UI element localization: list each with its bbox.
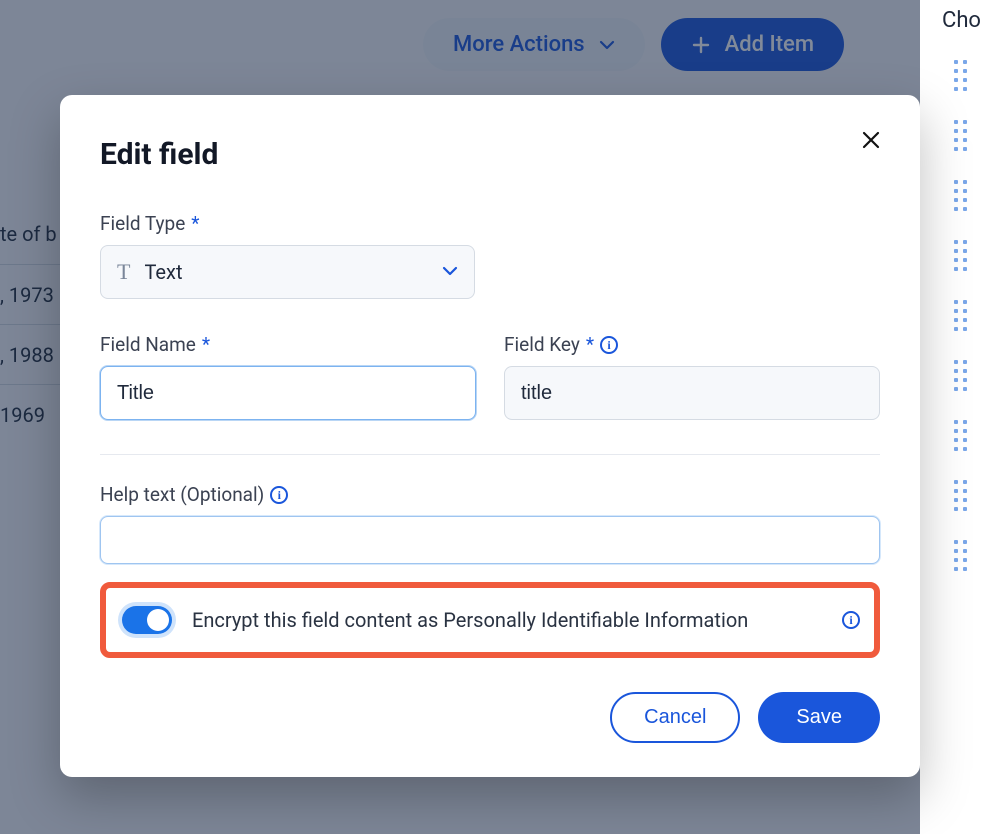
name-key-row: Field Name * Field Key * i bbox=[100, 333, 880, 420]
drag-handle-icon[interactable] bbox=[948, 57, 972, 93]
field-name-input[interactable] bbox=[100, 366, 476, 420]
divider bbox=[100, 454, 880, 455]
field-type-value: Text bbox=[144, 260, 182, 284]
encrypt-toggle[interactable] bbox=[122, 606, 172, 634]
encrypt-label: Encrypt this field content as Personally… bbox=[192, 608, 822, 632]
drag-handle-icon[interactable] bbox=[948, 477, 972, 513]
close-button[interactable] bbox=[856, 125, 886, 155]
encrypt-highlight-box: Encrypt this field content as Personally… bbox=[100, 582, 880, 658]
field-key-group: Field Key * i bbox=[504, 333, 880, 420]
field-key-label: Field Key bbox=[504, 333, 580, 356]
modal-title: Edit field bbox=[100, 137, 880, 172]
field-type-label-row: Field Type * bbox=[100, 212, 880, 235]
drag-handle-icon[interactable] bbox=[948, 237, 972, 273]
drag-handle-icon[interactable] bbox=[948, 537, 972, 573]
field-name-group: Field Name * bbox=[100, 333, 476, 420]
field-name-label-row: Field Name * bbox=[100, 333, 476, 356]
modal-footer: Cancel Save bbox=[100, 692, 880, 743]
edit-field-modal: Edit field Field Type * T Text Field Nam… bbox=[60, 95, 920, 777]
help-text-label-row: Help text (Optional) i bbox=[100, 483, 880, 506]
help-text-label: Help text (Optional) bbox=[100, 483, 264, 506]
required-star-icon: * bbox=[586, 333, 594, 356]
right-panel-title: Cho bbox=[920, 0, 1000, 33]
field-key-label-row: Field Key * i bbox=[504, 333, 880, 356]
drag-handle-icon[interactable] bbox=[948, 357, 972, 393]
drag-handle-icon[interactable] bbox=[948, 117, 972, 153]
field-type-group: Field Type * T Text bbox=[100, 212, 880, 299]
field-name-label: Field Name bbox=[100, 333, 196, 356]
toggle-knob bbox=[147, 609, 169, 631]
required-star-icon: * bbox=[202, 333, 210, 356]
info-icon[interactable]: i bbox=[270, 486, 288, 504]
field-key-input[interactable] bbox=[504, 366, 880, 420]
field-type-label: Field Type bbox=[100, 212, 185, 235]
drag-handle-icon[interactable] bbox=[948, 177, 972, 213]
chevron-down-icon bbox=[442, 260, 458, 284]
required-star-icon: * bbox=[191, 212, 199, 235]
drag-handle-icon[interactable] bbox=[948, 417, 972, 453]
cancel-button[interactable]: Cancel bbox=[610, 692, 740, 743]
field-type-select[interactable]: T Text bbox=[100, 245, 475, 299]
text-type-icon: T bbox=[117, 259, 130, 285]
help-text-input[interactable] bbox=[100, 516, 880, 564]
save-button[interactable]: Save bbox=[758, 692, 880, 743]
right-panel: Cho bbox=[920, 0, 1000, 834]
help-text-group: Help text (Optional) i bbox=[100, 483, 880, 564]
close-icon bbox=[861, 130, 881, 150]
info-icon[interactable]: i bbox=[842, 611, 860, 629]
drag-handle-icon[interactable] bbox=[948, 297, 972, 333]
info-icon[interactable]: i bbox=[600, 336, 618, 354]
